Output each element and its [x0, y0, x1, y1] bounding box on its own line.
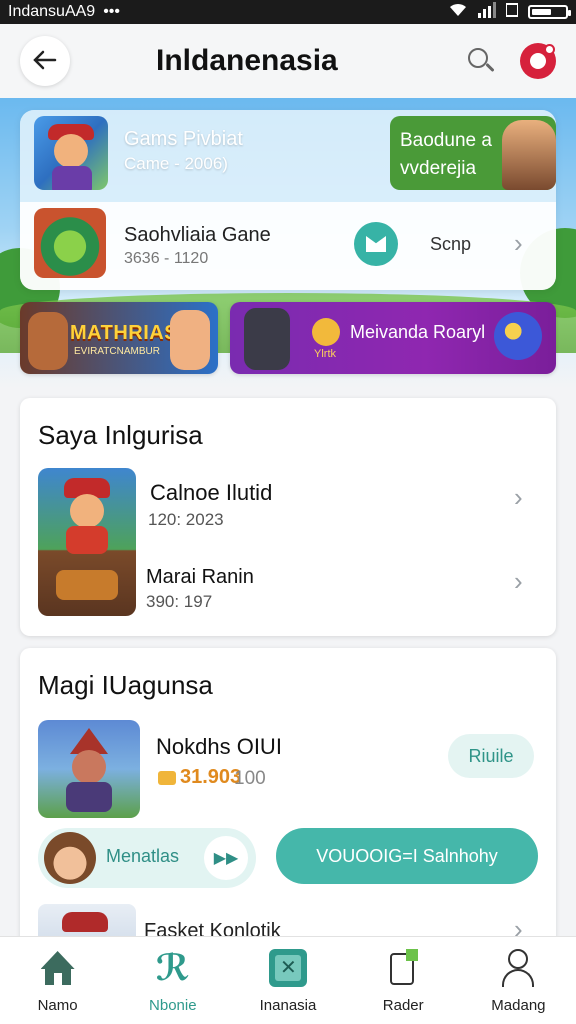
- page-title: Inldanenasia: [156, 44, 338, 77]
- game-thumbnail: [38, 468, 136, 616]
- notification-icon[interactable]: [520, 43, 556, 79]
- banner-title: Meivanda Roaryl: [350, 322, 486, 342]
- banner-logo-sub: EVIRATCNAMBUR: [74, 346, 160, 357]
- featured-game-row[interactable]: Gams Pivbiat Came - 2006) Baodune a vvde…: [20, 110, 556, 202]
- game-title: Saohvliaia Gane: [124, 224, 271, 246]
- globe-icon: [494, 312, 542, 360]
- game-title[interactable]: Marai Ranin: [146, 566, 254, 589]
- old-price: 100: [234, 768, 266, 789]
- category-icon: ✕: [269, 949, 307, 987]
- carrier-label: IndansuAA9: [8, 3, 96, 20]
- section-card: Saya Inlgurisa Calnoe Ilutid 120: 2023 ›…: [20, 398, 556, 636]
- coin-icon: [158, 770, 176, 785]
- wifi-icon: [448, 2, 468, 23]
- promo-badge-line1: Baodune a: [400, 130, 492, 151]
- app-header: Inldanenasia: [0, 24, 576, 98]
- character-image: [28, 312, 68, 370]
- coin-icon: [312, 318, 340, 346]
- battery-icon: [528, 5, 571, 19]
- nav-item-category[interactable]: ✕ Inanasia: [230, 937, 345, 1024]
- game-title[interactable]: Calnoe Ilutid: [150, 480, 272, 506]
- search-icon[interactable]: [466, 46, 496, 76]
- reader-icon: [384, 949, 422, 987]
- banner-right[interactable]: Meivanda Roaryl Ylrtk: [230, 302, 556, 374]
- game-thumbnail: [34, 116, 108, 190]
- chevron-right-icon[interactable]: ›: [514, 566, 523, 597]
- game-meta: 120: 2023: [148, 510, 224, 529]
- banner-small-text: Ylrtk: [314, 348, 336, 360]
- data-icon: [505, 2, 519, 23]
- menu-pill-label: Menatlas: [106, 846, 180, 866]
- user-icon: [499, 949, 537, 987]
- nav-item-profile[interactable]: Madang: [461, 937, 576, 1024]
- chevron-right-icon[interactable]: ›: [514, 482, 523, 513]
- shop-icon: ℛ: [155, 947, 190, 988]
- nav-label: Madang: [491, 997, 546, 1014]
- nav-item-reader[interactable]: Rader: [346, 937, 461, 1024]
- bottom-navigation: Namo ℛ Nbonie ✕ Inanasia Rader Madang: [0, 936, 576, 1024]
- fast-forward-icon[interactable]: ▶▶: [204, 836, 248, 880]
- section-title: Magi IUagunsa: [38, 670, 213, 700]
- status-bar: IndansuAA9 •••: [0, 0, 576, 24]
- game-meta: 3636 - 1120: [124, 250, 209, 267]
- game-row[interactable]: Saohvliaia Gane 3636 - 1120 Scnp ›: [20, 202, 556, 290]
- nav-item-home[interactable]: Namo: [0, 937, 115, 1024]
- character-image: [170, 310, 210, 370]
- menu-pill[interactable]: Menatlas ▶▶: [38, 828, 256, 888]
- chevron-right-icon[interactable]: ›: [514, 228, 523, 259]
- banner-logo: MATHRIAS: [70, 322, 179, 344]
- mail-icon[interactable]: [354, 222, 398, 266]
- avatar: [44, 832, 96, 884]
- promo-badge-line2: vvderejia: [400, 158, 477, 179]
- back-button[interactable]: [20, 36, 70, 86]
- nav-label: Namo: [37, 997, 78, 1014]
- primary-action-button[interactable]: VOUOOIG=I Salnhohy: [276, 828, 538, 884]
- get-button[interactable]: Riuile: [448, 734, 534, 778]
- featured-promo-card: Gams Pivbiat Came - 2006) Baodune a vvde…: [20, 110, 556, 290]
- home-icon: [39, 949, 77, 987]
- status-dots: •••: [103, 3, 120, 20]
- section-title: Saya Inlgurisa: [38, 420, 203, 450]
- promo-badge[interactable]: Baodune a vvderejia: [390, 116, 556, 190]
- game-meta: 390: 197: [146, 592, 213, 611]
- featured-game-subtitle: Came - 2006): [124, 154, 228, 173]
- game-thumbnail: [34, 208, 106, 278]
- price: 31.903: [158, 766, 241, 789]
- robot-image: [244, 308, 290, 370]
- game-thumbnail: [38, 720, 140, 818]
- banner-left[interactable]: MATHRIAS EVIRATCNAMBUR: [20, 302, 218, 374]
- signal-icon: [478, 1, 496, 23]
- arrow-left-icon: [33, 46, 57, 77]
- featured-game-title: Gams Pivbiat: [124, 128, 243, 150]
- game-title[interactable]: Nokdhs OIUI: [156, 734, 282, 760]
- nav-label: Nbonie: [149, 997, 197, 1014]
- nav-label: Inanasia: [259, 997, 317, 1014]
- row-action-label[interactable]: Scnp: [430, 234, 471, 255]
- nav-item-shop[interactable]: ℛ Nbonie: [115, 937, 230, 1024]
- section-card: Magi IUagunsa Nokdhs OIUI 31.903 100 Riu…: [20, 648, 556, 948]
- promo-people-image: [502, 120, 556, 190]
- nav-label: Rader: [382, 997, 424, 1014]
